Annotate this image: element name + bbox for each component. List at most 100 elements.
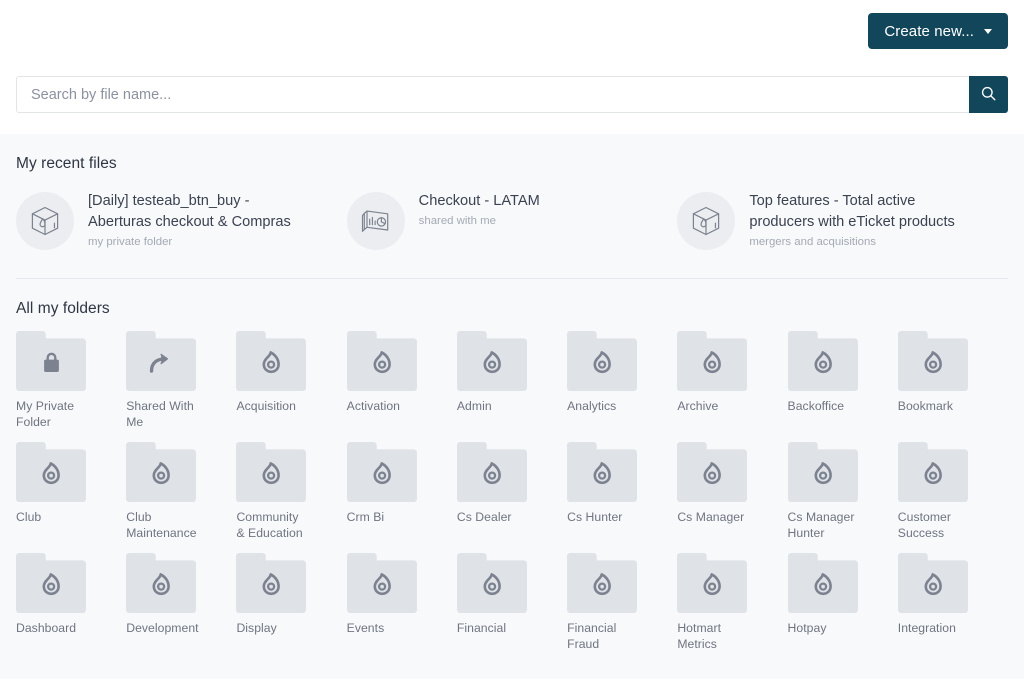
folder-item[interactable]: Analytics (567, 331, 677, 430)
folder-item[interactable]: Acquisition (236, 331, 346, 430)
folder-label: Cs Dealer (456, 510, 512, 524)
folder-label: Dashboard (16, 621, 77, 635)
search-section (0, 62, 1024, 134)
flame-icon (677, 442, 748, 502)
folder-label: Club Maintenance (126, 510, 197, 540)
recent-file-name: Top features - Total active producers wi… (749, 193, 955, 230)
create-new-label: Create new... (884, 22, 974, 40)
folder-item[interactable]: Archive (677, 331, 787, 430)
flame-icon (126, 553, 197, 613)
folder-label: Backoffice (787, 399, 845, 413)
flame-icon (677, 331, 748, 391)
recent-file-item[interactable]: Checkout - LATAM shared with me (346, 187, 678, 250)
recent-file-name: [Daily] testeab_btn_buy - Aberturas chec… (88, 193, 291, 230)
folder-item[interactable]: Display (236, 553, 346, 652)
search-input[interactable] (16, 76, 969, 113)
create-new-button[interactable]: Create new... (868, 13, 1008, 49)
folder-item[interactable]: Club (16, 442, 126, 541)
folder-label: Crm Bi (346, 510, 385, 524)
all-folders-title: All my folders (16, 300, 110, 317)
folder-item[interactable]: Financial Fraud (567, 553, 677, 652)
folder-item[interactable]: My Private Folder (16, 331, 126, 430)
folder-item[interactable]: Dashboard (16, 553, 126, 652)
top-toolbar: Create new... (0, 0, 1024, 62)
folder-label: Integration (897, 621, 956, 635)
folder-label: Acquisition (236, 399, 296, 413)
folder-item[interactable]: Cs Manager (677, 442, 787, 541)
recent-file-name: Checkout - LATAM (418, 193, 540, 209)
folder-item[interactable]: Backoffice (787, 331, 898, 430)
recent-file-subtitle: shared with me (418, 215, 496, 227)
folder-label: Cs Manager Hunter (787, 510, 855, 540)
flame-icon (236, 442, 307, 502)
flame-icon (897, 331, 969, 391)
flame-icon (567, 553, 638, 613)
folder-item[interactable]: Events (346, 553, 457, 652)
folder-label: Hotmart Metrics (677, 621, 722, 651)
cube-box-icon (16, 192, 74, 250)
folder-item[interactable]: Cs Hunter (567, 442, 677, 541)
folder-item[interactable]: Bookmark (897, 331, 1008, 430)
recent-file-item[interactable]: Top features - Total active producers wi… (677, 187, 1008, 250)
files-panel: My recent files [Daily] testeab_btn_buy … (0, 134, 1024, 679)
folder-item[interactable]: Cs Manager Hunter (787, 442, 898, 541)
search-row (16, 76, 1008, 113)
recent-file-subtitle: my private folder (88, 236, 173, 248)
flame-icon (897, 442, 969, 502)
recent-file-item[interactable]: [Daily] testeab_btn_buy - Aberturas chec… (16, 187, 347, 250)
flame-icon (567, 331, 638, 391)
flame-icon (787, 553, 859, 613)
flame-icon (456, 442, 528, 502)
folder-item[interactable]: Shared With Me (126, 331, 236, 430)
folder-label: Financial (456, 621, 507, 635)
folder-label: My Private Folder (16, 399, 75, 429)
flame-icon (787, 331, 859, 391)
folder-label: Club (16, 510, 42, 524)
folder-label: Admin (456, 399, 492, 413)
folder-item[interactable]: Community & Education (236, 442, 346, 541)
folder-item[interactable]: Club Maintenance (126, 442, 236, 541)
folder-grid: My Private Folder Shared With Me Acquisiti… (0, 318, 1024, 652)
flame-icon (897, 553, 969, 613)
folder-label: Activation (346, 399, 400, 413)
folder-item[interactable]: Admin (456, 331, 567, 430)
folder-item[interactable]: Activation (346, 331, 457, 430)
folder-item[interactable]: Cs Dealer (456, 442, 567, 541)
recent-file-text: [Daily] testeab_btn_buy - Aberturas chec… (88, 187, 303, 248)
flame-icon (16, 442, 87, 502)
recent-file-text: Checkout - LATAM shared with me (419, 187, 540, 227)
folder-label: Community & Education (236, 510, 303, 540)
recent-files-title: My recent files (16, 155, 117, 172)
folder-label: Archive (677, 399, 719, 413)
flame-icon (346, 553, 418, 613)
folder-item[interactable]: Integration (897, 553, 1008, 652)
search-button[interactable] (969, 76, 1008, 113)
flame-icon (346, 331, 418, 391)
folder-label: Display (236, 621, 277, 635)
folder-item[interactable]: Hotpay (787, 553, 898, 652)
share-arrow-icon (126, 331, 197, 391)
dashboard-stack-icon (346, 192, 405, 250)
folder-item[interactable]: Crm Bi (346, 442, 457, 541)
flame-icon (236, 331, 307, 391)
search-icon (980, 85, 997, 105)
folder-item[interactable]: Financial (456, 553, 567, 652)
lock-icon (16, 331, 87, 391)
folder-label: Customer Success (897, 510, 951, 540)
folder-label: Events (346, 621, 385, 635)
recent-files-list: [Daily] testeab_btn_buy - Aberturas chec… (0, 173, 1024, 250)
folder-item[interactable]: Hotmart Metrics (677, 553, 787, 652)
folder-label: Development (126, 621, 199, 635)
recent-file-subtitle: mergers and acquisitions (749, 236, 876, 248)
flame-icon (787, 442, 859, 502)
folder-label: Financial Fraud (567, 621, 617, 651)
folder-item[interactable]: Customer Success (897, 442, 1008, 541)
cube-box-icon (677, 192, 736, 250)
flame-icon (16, 553, 87, 613)
folder-label: Cs Manager (677, 510, 745, 524)
folder-label: Shared With Me (126, 399, 194, 429)
folder-item[interactable]: Development (126, 553, 236, 652)
folder-label: Analytics (567, 399, 617, 413)
chevron-down-icon (984, 28, 992, 34)
flame-icon (677, 553, 748, 613)
